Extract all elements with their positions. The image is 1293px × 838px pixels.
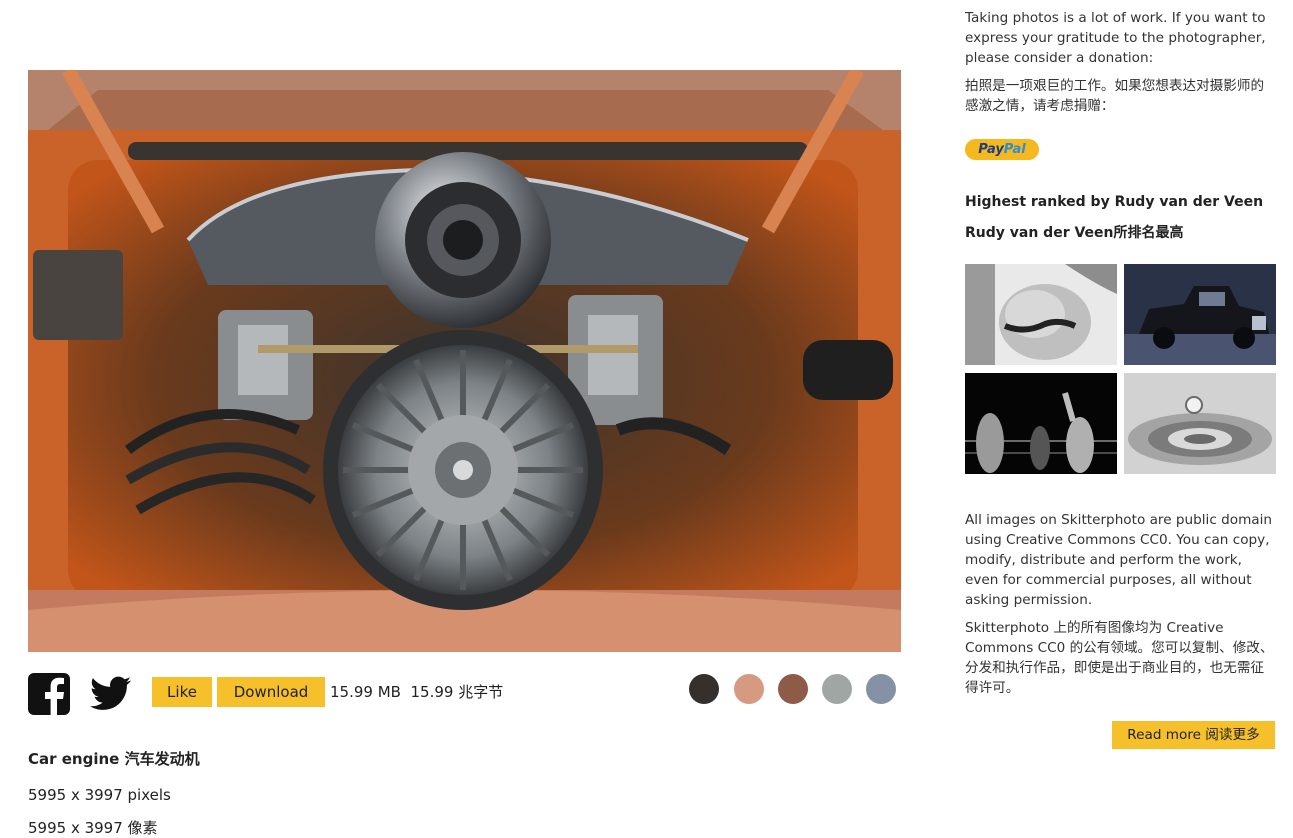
photo-title-en: Car engine — [28, 750, 120, 768]
thumbnail-water-drop[interactable] — [1124, 373, 1276, 474]
main-photo — [28, 70, 901, 652]
download-button[interactable]: Download — [217, 677, 325, 707]
photo-title: Car engine 汽车发动机 — [28, 748, 200, 769]
file-size-en: 15.99 MB — [330, 683, 401, 701]
license-text-en: All images on Skitterphoto are public do… — [965, 512, 1273, 608]
thumbnail-pregnancy[interactable] — [965, 264, 1117, 365]
donate-text-zh: 拍照是一项艰巨的工作。如果您想表达对摄影师的感激之情，请考虑捐赠： — [965, 78, 1265, 114]
color-swatch[interactable] — [866, 674, 896, 704]
twitter-icon[interactable] — [90, 676, 132, 712]
photo-dimensions-en: 5995 x 3997 pixels — [28, 786, 171, 804]
color-swatch[interactable] — [778, 674, 808, 704]
ranked-heading-en: Highest ranked by Rudy van der Veen — [965, 194, 1264, 210]
file-size: 15.99 MB 15.99 兆字节 — [330, 677, 503, 707]
color-swatch[interactable] — [734, 674, 764, 704]
paypal-button[interactable]: PayPal — [965, 139, 1039, 160]
file-size-zh: 15.99 兆字节 — [410, 683, 504, 701]
paypal-label-pal: Pal — [1003, 142, 1026, 157]
thumbnail-boxing[interactable] — [965, 373, 1117, 474]
action-bar: Like Download 15.99 MB 15.99 兆字节 — [28, 672, 901, 715]
donate-text-en: Taking photos is a lot of work. If you w… — [965, 10, 1266, 66]
license-text-zh: Skitterphoto 上的所有图像均为 Creative Commons C… — [965, 620, 1274, 696]
photo-title-zh: 汽车发动机 — [124, 750, 200, 768]
thumbnail-truck[interactable] — [1124, 264, 1276, 365]
color-swatch[interactable] — [689, 674, 719, 704]
facebook-icon[interactable] — [28, 673, 70, 715]
ranked-heading-zh: Rudy van der Veen所排名最高 — [965, 225, 1184, 241]
read-more-button[interactable]: Read more 阅读更多 — [1112, 721, 1275, 749]
color-swatch[interactable] — [822, 674, 852, 704]
photo-dimensions-zh: 5995 x 3997 像素 — [28, 819, 158, 837]
paypal-label-pay: Pay — [978, 142, 1004, 157]
like-button[interactable]: Like — [152, 677, 212, 707]
